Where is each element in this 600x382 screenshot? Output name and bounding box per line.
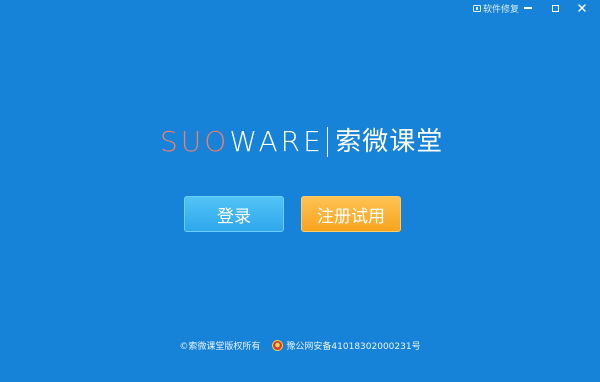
minimize-button[interactable]: [519, 1, 537, 15]
toolbox-icon: [473, 5, 481, 12]
icp-record-text: 豫公网安备41018302000231号: [286, 341, 421, 352]
login-button[interactable]: 登录: [184, 196, 284, 232]
maximize-button[interactable]: [546, 1, 564, 15]
maximize-icon: [551, 4, 559, 12]
minimize-icon: [524, 7, 532, 9]
police-badge-icon: [272, 339, 284, 351]
suoware-logo: SUO WARE 索微课堂: [160, 122, 450, 162]
copyright-text: ©索微课堂版权所有: [179, 341, 261, 352]
logo-divider: [326, 127, 329, 157]
logo-chinese-text: 索微课堂: [335, 127, 444, 157]
close-icon: [578, 4, 586, 12]
logo-suo-text: SUO: [160, 125, 230, 158]
software-repair-button[interactable]: 软件修复: [473, 2, 519, 15]
icp-record: 豫公网安备41018302000231号: [272, 339, 421, 352]
title-bar: 软件修复: [0, 0, 600, 18]
software-repair-label: 软件修复: [483, 5, 520, 15]
logo-ware-text: WARE: [229, 125, 324, 158]
login-window: 软件修复 SUO WARE 索微课堂 登录 注册试用 ©索微课堂版权所有 豫公网…: [0, 0, 600, 382]
register-trial-button[interactable]: 注册试用: [301, 196, 401, 232]
close-button[interactable]: [573, 1, 591, 15]
footer: ©索微课堂版权所有 豫公网安备41018302000231号: [0, 336, 600, 354]
